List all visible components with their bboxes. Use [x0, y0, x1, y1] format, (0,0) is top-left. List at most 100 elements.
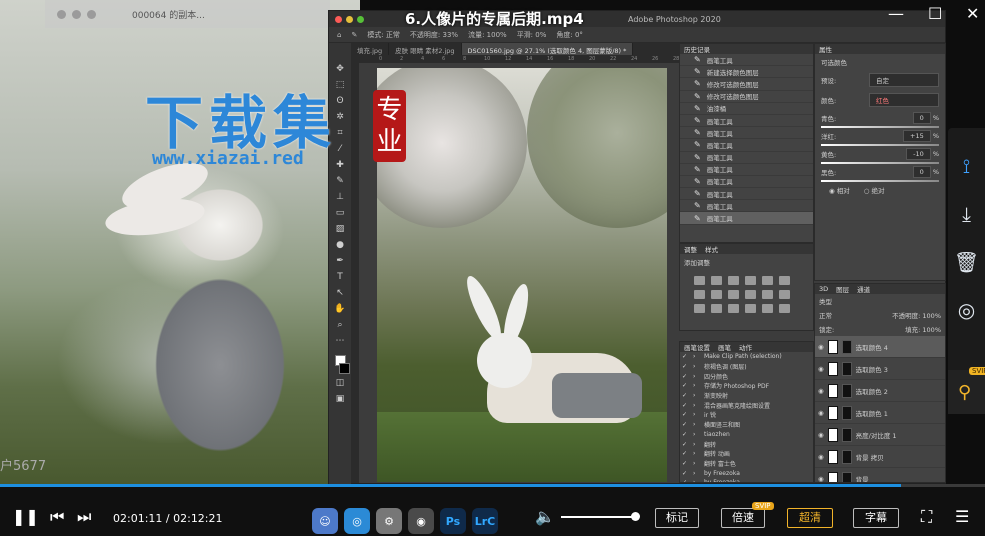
levels-icon[interactable]	[711, 276, 722, 285]
minimize-button[interactable]: —	[888, 4, 904, 23]
zoom-tool-icon[interactable]: ⌕	[337, 319, 342, 332]
document-tab[interactable]: 皮肤 眼睛 素材2.jpg	[389, 43, 462, 55]
chevron-right-icon[interactable]: ›	[693, 353, 700, 360]
chevron-right-icon[interactable]: ›	[693, 392, 700, 399]
action-item[interactable]: ✓ › ir 锐	[680, 410, 813, 420]
pin-icon[interactable]: ⚲	[958, 382, 971, 403]
properties-tab[interactable]: 属性	[819, 44, 832, 54]
circle-icon[interactable]: ◎	[958, 296, 975, 324]
layer-row[interactable]: ◉ 选取颜色 4	[815, 336, 945, 358]
close-dot[interactable]	[335, 15, 342, 23]
action-item[interactable]: ✓ › by Freezoka	[680, 478, 813, 482]
color-select[interactable]: 红色	[869, 93, 939, 107]
chevron-right-icon[interactable]: ›	[693, 441, 700, 448]
chrome-icon[interactable]: ◉	[408, 508, 434, 534]
check-icon[interactable]: ✓	[682, 421, 689, 428]
document-canvas[interactable]	[377, 68, 667, 482]
color-slider[interactable]: 洋红: +15 %	[815, 128, 945, 146]
chevron-right-icon[interactable]: ›	[693, 363, 700, 370]
action-item[interactable]: ✓ › 翻转 富士色	[680, 459, 813, 469]
quality-button[interactable]: 超清	[787, 508, 833, 528]
slider-value[interactable]: 0	[912, 166, 931, 178]
chevron-right-icon[interactable]: ›	[693, 382, 700, 389]
check-icon[interactable]: ✓	[682, 363, 689, 370]
history-item[interactable]: ✎ 画笔工具	[680, 139, 813, 152]
action-item[interactable]: ✓ › 横面竖三和图	[680, 420, 813, 430]
styles-tab[interactable]: 样式	[705, 244, 718, 254]
history-item[interactable]: ✎ 修改可选颜色图层	[680, 78, 813, 91]
action-item[interactable]: ✓ › 渐变映射	[680, 391, 813, 401]
option-mode[interactable]: 模式: 正常	[367, 30, 400, 40]
selective-color-icon[interactable]	[745, 304, 756, 313]
check-icon[interactable]: ✓	[682, 353, 689, 360]
match-icon[interactable]	[779, 304, 790, 313]
finder-icon[interactable]: ☺	[312, 508, 338, 534]
brush-tool-icon[interactable]: ✎	[336, 175, 344, 188]
hand-tool-icon[interactable]: ✋	[334, 303, 345, 316]
invert-icon[interactable]	[779, 290, 790, 299]
eye-icon[interactable]: ◉	[818, 365, 824, 373]
playlist-icon[interactable]: ☰	[955, 507, 969, 526]
layer-row[interactable]: ◉ 选取颜色 2	[815, 380, 945, 402]
clone-stamp-icon[interactable]: ⊥	[336, 191, 344, 204]
check-icon[interactable]: ✓	[682, 460, 689, 467]
slider-value[interactable]: +15	[903, 130, 931, 142]
eye-icon[interactable]: ◉	[818, 387, 824, 395]
action-item[interactable]: ✓ › Make Clip Path (selection)	[680, 352, 813, 362]
blend-mode-select[interactable]: 正常	[819, 310, 832, 320]
exposure-icon[interactable]	[745, 276, 756, 285]
eyedropper-icon[interactable]: ⁄	[339, 143, 341, 156]
actions-tab[interactable]: 动作	[739, 342, 752, 352]
option-opacity[interactable]: 不透明度: 33%	[410, 30, 458, 40]
move-tool-icon[interactable]: ✥	[336, 63, 344, 76]
layer-row[interactable]: ◉ 亮度/对比度 1	[815, 424, 945, 446]
channels-tab[interactable]: 通道	[857, 284, 870, 294]
chevron-right-icon[interactable]: ›	[693, 470, 700, 477]
subtitle-button[interactable]: 字幕	[853, 508, 899, 528]
brush-tab[interactable]: 画笔	[718, 342, 731, 352]
share-icon[interactable]: ⟟	[963, 152, 970, 180]
history-item[interactable]: ✎ 画笔工具	[680, 54, 813, 67]
fill-value[interactable]: 100%	[922, 326, 941, 334]
curves-icon[interactable]	[728, 276, 739, 285]
threshold-icon[interactable]	[711, 304, 722, 313]
home-icon[interactable]: ⌂	[337, 31, 341, 39]
history-item[interactable]: ✎ 画笔工具	[680, 176, 813, 189]
channel-mixer-icon[interactable]	[745, 290, 756, 299]
slider-value[interactable]: 0	[912, 112, 931, 124]
posterize-icon[interactable]	[694, 304, 705, 313]
maximize-button[interactable]: ☐	[928, 4, 942, 23]
check-icon[interactable]: ✓	[682, 411, 689, 418]
chevron-right-icon[interactable]: ›	[693, 411, 700, 418]
magic-wand-icon[interactable]: ✲	[336, 111, 344, 124]
healing-brush-icon[interactable]: ✚	[336, 159, 344, 172]
lightroom-dock-icon[interactable]: LrC	[472, 508, 498, 534]
relative-radio[interactable]: ◉ 相对	[829, 185, 850, 195]
layer-row[interactable]: ◉ 选取颜色 1	[815, 402, 945, 424]
color-balance-icon[interactable]	[694, 290, 705, 299]
chevron-right-icon[interactable]: ›	[693, 479, 700, 482]
check-icon[interactable]: ✓	[682, 382, 689, 389]
history-item[interactable]: ✎ 画笔工具	[680, 200, 813, 213]
more-tools-icon[interactable]: ⋯	[336, 335, 345, 348]
history-item[interactable]: ✎ 修改可选颜色图层	[680, 91, 813, 103]
speed-button[interactable]: 倍速	[721, 508, 765, 528]
layer-row[interactable]: ◉ 背景 拷贝	[815, 446, 945, 468]
settings-icon[interactable]: ⚙	[376, 508, 402, 534]
action-item[interactable]: ✓ › 翻转	[680, 439, 813, 449]
photoshop-dock-icon[interactable]: Ps	[440, 508, 466, 534]
path-select-icon[interactable]: ↖	[336, 287, 344, 300]
preset-select[interactable]: 自定	[869, 73, 939, 87]
history-item[interactable]: ✎ 画笔工具	[680, 152, 813, 164]
history-item[interactable]: ✎ 画笔工具	[680, 212, 813, 225]
action-item[interactable]: ✓ › 存储为 Photoshop PDF	[680, 381, 813, 391]
next-icon[interactable]: ⏭	[77, 507, 91, 527]
history-item[interactable]: ✎ 画笔工具	[680, 164, 813, 176]
history-item[interactable]: ✎ 油漆桶	[680, 103, 813, 115]
option-smoothing[interactable]: 平滑: 0%	[517, 30, 547, 40]
background-color-swatch[interactable]	[338, 363, 350, 374]
chevron-right-icon[interactable]: ›	[693, 402, 700, 409]
chevron-right-icon[interactable]: ›	[693, 421, 700, 428]
history-item[interactable]: ✎ 画笔工具	[680, 115, 813, 128]
chevron-right-icon[interactable]: ›	[693, 431, 700, 438]
